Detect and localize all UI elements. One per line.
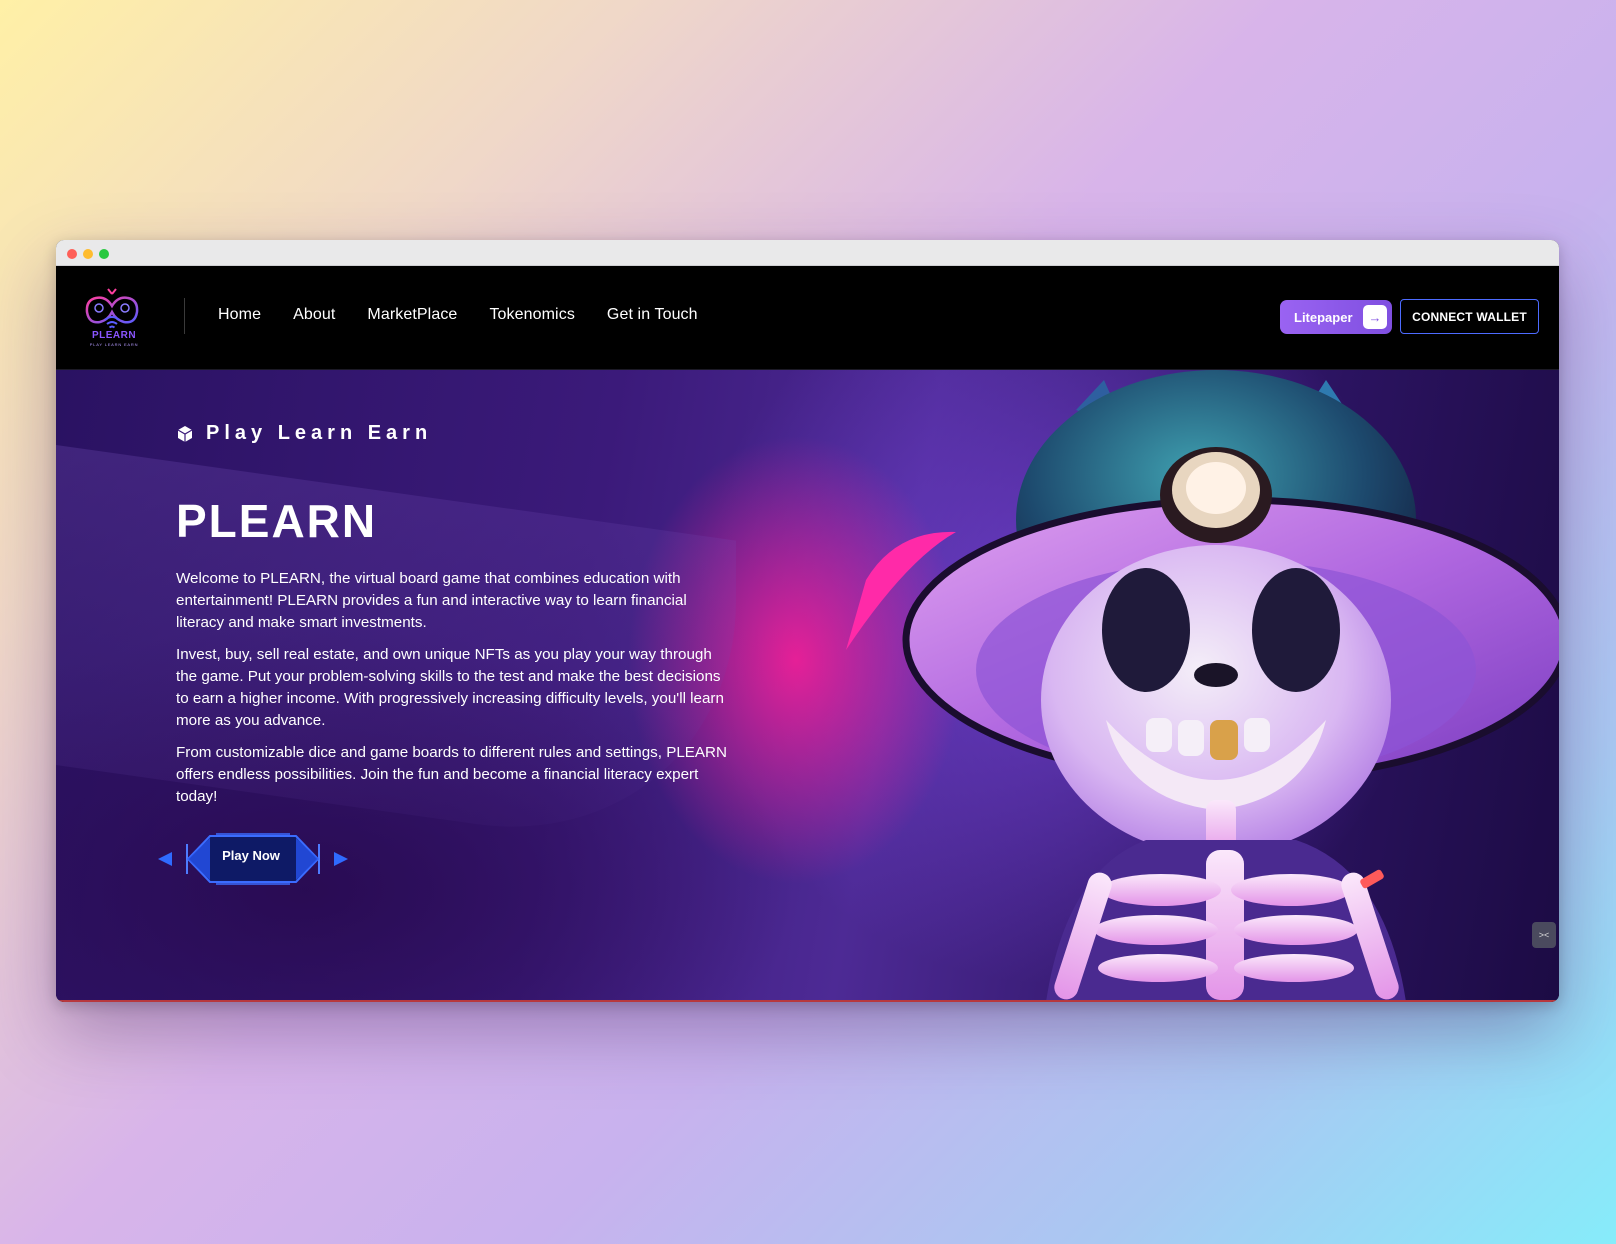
maximize-window-button[interactable] bbox=[99, 249, 109, 259]
litepaper-button[interactable]: Litepaper → bbox=[1280, 300, 1392, 334]
hero-paragraph-2: Invest, buy, sell real estate, and own u… bbox=[176, 646, 724, 729]
play-now-button[interactable]: Play Now bbox=[158, 832, 348, 886]
tagline-text: Play Learn Earn bbox=[206, 422, 433, 444]
connect-wallet-button[interactable]: CONNECT WALLET bbox=[1400, 299, 1539, 334]
logo-divider bbox=[184, 298, 185, 334]
nav-link-marketplace[interactable]: MarketPlace bbox=[367, 306, 457, 324]
nav-link-home[interactable]: Home bbox=[218, 306, 261, 324]
hero-title: PLEARN bbox=[176, 495, 378, 547]
nav-link-tokenomics[interactable]: Tokenomics bbox=[489, 306, 574, 324]
nav-link-about[interactable]: About bbox=[293, 306, 335, 324]
litepaper-label: Litepaper bbox=[1294, 309, 1353, 325]
minimize-window-button[interactable] bbox=[83, 249, 93, 259]
hero-description: Welcome to PLEARN, the virtual board gam… bbox=[176, 568, 736, 818]
hero-paragraph-1: Welcome to PLEARN, the virtual board gam… bbox=[176, 570, 687, 631]
code-toggle-icon[interactable]: >< bbox=[1532, 922, 1556, 948]
plearn-logo-icon[interactable]: PLEARN PLAY LEARN EARN bbox=[82, 288, 142, 348]
logo-subtext: PLAY LEARN EARN bbox=[89, 342, 139, 347]
hero-section: Play Learn Earn PLEARN Welcome to PLEARN… bbox=[56, 370, 1559, 1002]
skeleton-character-illustration bbox=[846, 370, 1559, 1000]
hero-paragraph-3: From customizable dice and game boards t… bbox=[176, 744, 727, 805]
browser-window: PLEARN PLAY LEARN EARN Home About Market… bbox=[56, 240, 1559, 1002]
hero-tagline: Play Learn Earn bbox=[176, 422, 432, 445]
main-nav: Home About MarketPlace Tokenomics Get in… bbox=[218, 306, 698, 324]
window-titlebar bbox=[56, 240, 1559, 266]
close-window-button[interactable] bbox=[67, 249, 77, 259]
arrow-right-icon: → bbox=[1363, 305, 1387, 329]
nav-link-get-in-touch[interactable]: Get in Touch bbox=[607, 306, 698, 324]
top-navbar: PLEARN PLAY LEARN EARN Home About Market… bbox=[56, 266, 1559, 370]
cube-icon bbox=[177, 425, 193, 442]
logo-text: PLEARN bbox=[91, 330, 137, 341]
play-now-label: Play Now bbox=[222, 848, 280, 863]
